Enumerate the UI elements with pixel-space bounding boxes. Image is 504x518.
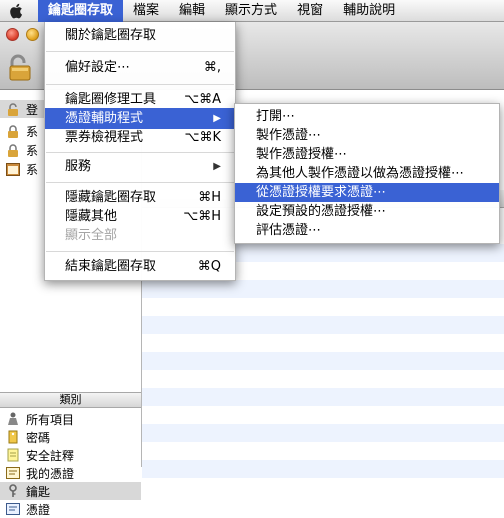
menu-item-hide-others[interactable]: 隱藏其他 ⌥⌘H: [45, 206, 235, 227]
menu-item-services[interactable]: 服務 ▶: [45, 156, 235, 177]
menu-separator: [46, 84, 234, 85]
lock-icon: [6, 143, 20, 157]
list-row[interactable]: [142, 316, 504, 334]
minimize-button[interactable]: [26, 28, 39, 41]
menu-window[interactable]: 視窗: [287, 0, 333, 22]
list-row[interactable]: [142, 424, 504, 442]
certificate-icon: [6, 466, 20, 480]
menu-item-show-all: 顯示全部: [65, 228, 118, 243]
menu-view[interactable]: 顯示方式: [215, 0, 287, 22]
menu-help[interactable]: 輔助說明: [333, 0, 405, 22]
submenu-item-create-cert-for-others[interactable]: 為其他人製作憑證以做為憑證授權⋯: [235, 164, 499, 183]
submenu-item-create-certificate[interactable]: 製作憑證⋯: [235, 126, 499, 145]
menu-bar: 鑰匙圈存取 檔案 編輯 顯示方式 視窗 輔助說明: [0, 0, 504, 22]
unlock-icon[interactable]: [8, 54, 34, 86]
certificate-icon: [6, 502, 20, 516]
certificate-assistant-submenu: 打開⋯ 製作憑證⋯ 製作憑證授權⋯ 為其他人製作憑證以做為憑證授權⋯ 從憑證授權…: [234, 103, 500, 244]
note-icon: [6, 448, 20, 462]
menu-item-ticket-viewer[interactable]: 票券檢視程式 ⌥⌘K: [45, 127, 235, 148]
submenu-item-request-from-ca[interactable]: 從憑證授權要求憑證⋯: [235, 183, 499, 202]
cabinet-icon: [6, 162, 20, 176]
submenu-item-open[interactable]: 打開⋯: [235, 107, 499, 126]
menu-separator: [46, 251, 234, 252]
apple-logo-icon[interactable]: [10, 2, 26, 20]
key-icon: [6, 484, 20, 498]
menu-item-certificate-assistant[interactable]: 憑證輔助程式 ▶: [45, 108, 235, 129]
menu-item-hide-app[interactable]: 隱藏鑰匙圈存取 ⌘H: [45, 187, 235, 208]
menu-keychain-access[interactable]: 鑰匙圈存取: [38, 0, 124, 22]
keychain-access-menu: 關於鑰匙圈存取 偏好設定⋯ ⌘, 鑰匙圈修理工具 ⌥⌘A 憑證輔助程式 ▶ 票券…: [44, 22, 236, 281]
category-keys[interactable]: 鑰匙: [0, 482, 141, 500]
submenu-arrow-icon: ▶: [213, 113, 221, 124]
person-icon: [6, 412, 20, 426]
submenu-item-evaluate-certificate[interactable]: 評估憑證⋯: [235, 221, 499, 240]
lock-icon: [6, 124, 20, 138]
list-row[interactable]: [142, 388, 504, 406]
list-row[interactable]: [142, 280, 504, 298]
lock-open-icon: [6, 102, 20, 116]
menu-item-keychain-first-aid[interactable]: 鑰匙圈修理工具 ⌥⌘A: [45, 89, 235, 110]
list-row[interactable]: [142, 460, 504, 478]
menu-item-quit[interactable]: 結束鑰匙圈存取 ⌘Q: [45, 256, 235, 277]
menu-file[interactable]: 檔案: [123, 0, 169, 22]
menu-item-about[interactable]: 關於鑰匙圈存取: [45, 25, 235, 46]
list-row[interactable]: [142, 352, 504, 370]
submenu-item-set-default-ca[interactable]: 設定預設的憑證授權⋯: [235, 202, 499, 221]
menu-separator: [46, 152, 234, 153]
category-secure-notes[interactable]: 安全註釋: [0, 446, 141, 464]
category-certificates[interactable]: 憑證: [0, 500, 141, 518]
category-header: 類別: [0, 392, 141, 408]
menu-separator: [46, 182, 234, 183]
menu-separator: [46, 51, 234, 52]
category-all-items[interactable]: 所有項目: [0, 410, 141, 428]
close-button[interactable]: [6, 28, 19, 41]
key-tag-icon: [6, 430, 20, 444]
menu-edit[interactable]: 編輯: [169, 0, 215, 22]
submenu-arrow-icon: ▶: [213, 161, 221, 172]
category-passwords[interactable]: 密碼: [0, 428, 141, 446]
menu-item-preferences[interactable]: 偏好設定⋯ ⌘,: [45, 57, 235, 78]
submenu-item-create-ca[interactable]: 製作憑證授權⋯: [235, 145, 499, 164]
